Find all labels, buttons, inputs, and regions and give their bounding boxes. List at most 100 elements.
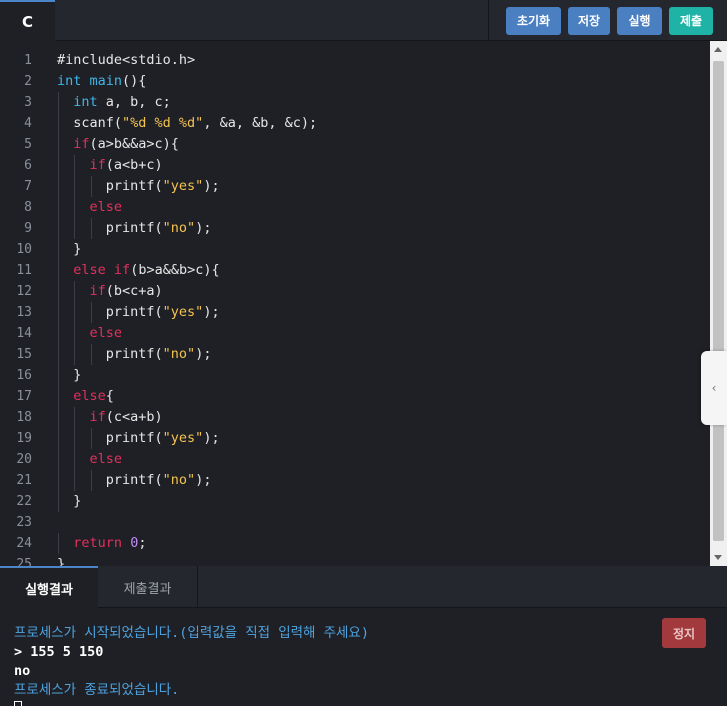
console-line: > 155 5 150 — [14, 644, 104, 660]
code-line[interactable]: printf("no"); — [57, 470, 212, 491]
line-number: 9 — [24, 221, 32, 236]
code-line[interactable]: if(a<b+c) — [57, 155, 163, 176]
line-number: 17 — [16, 389, 32, 404]
code-line[interactable]: printf("yes"); — [57, 176, 220, 197]
code-line[interactable]: if(c<a+b) — [57, 407, 163, 428]
save-button[interactable]: 저장 — [568, 6, 610, 35]
editor-scrollbar[interactable] — [710, 41, 727, 566]
line-number: 18 — [16, 410, 32, 425]
code-line[interactable]: } — [57, 554, 65, 566]
indent-guide — [74, 428, 75, 449]
reset-button[interactable]: 초기화 — [506, 6, 561, 35]
code-line[interactable]: } — [57, 239, 81, 260]
indent-guide — [74, 218, 75, 239]
tab-language[interactable]: C — [0, 0, 55, 41]
line-number: 7 — [24, 179, 32, 194]
code-line[interactable]: printf("no"); — [57, 218, 212, 239]
scroll-down-icon[interactable] — [714, 555, 722, 560]
tab-run-result[interactable]: 실행결과 — [0, 566, 98, 608]
indent-guide — [91, 428, 92, 449]
code-line[interactable]: } — [57, 365, 81, 386]
indent-guide — [58, 176, 59, 197]
line-number: 23 — [16, 515, 32, 530]
top-toolbar: C 초기화 저장 실행 제출 — [0, 0, 727, 41]
indent-guide — [91, 218, 92, 239]
indent-guide — [91, 302, 92, 323]
indent-guide — [74, 323, 75, 344]
indent-guide — [91, 176, 92, 197]
line-number: 6 — [24, 158, 32, 173]
indent-guide — [74, 197, 75, 218]
code-line[interactable]: printf("no"); — [57, 344, 212, 365]
indent-guide — [58, 281, 59, 302]
code-line[interactable]: } — [57, 491, 81, 512]
indent-guide — [74, 470, 75, 491]
indent-guide — [58, 407, 59, 428]
stop-button[interactable]: 정지 — [662, 618, 706, 648]
indent-guide — [91, 470, 92, 491]
console-cursor — [14, 701, 22, 706]
code-line[interactable]: else — [57, 323, 123, 344]
indent-guide — [74, 176, 75, 197]
line-number: 24 — [16, 536, 32, 551]
indent-guide — [58, 491, 59, 512]
indent-guide — [58, 155, 59, 176]
indent-guide — [58, 365, 59, 386]
indent-guide — [58, 92, 59, 113]
code-line[interactable]: else{ — [57, 386, 114, 407]
line-number: 5 — [24, 137, 32, 152]
console-line: 프로세스가 시작되었습니다.(입력값을 직접 입력해 주세요) — [14, 625, 369, 641]
code-line[interactable]: if(b<c+a) — [57, 281, 163, 302]
code-line[interactable]: int main(){ — [57, 71, 146, 92]
line-number: 21 — [16, 473, 32, 488]
line-number: 1 — [24, 53, 32, 68]
indent-guide — [58, 302, 59, 323]
code-line[interactable]: return 0; — [57, 533, 146, 554]
side-panel-toggle[interactable]: ‹ — [701, 351, 727, 425]
indent-guide — [58, 113, 59, 134]
indent-guide — [58, 533, 59, 554]
code-editor[interactable]: 1 2 3 4 5 6 7 8 9 10 11 12 13 14 15 16 17 18 19 20 21 22 23 24 2… — [0, 41, 710, 566]
indent-guide — [58, 323, 59, 344]
indent-guide — [58, 428, 59, 449]
line-number: 3 — [24, 95, 32, 110]
code-line[interactable]: #include<stdio.h> — [57, 50, 195, 71]
indent-guide — [58, 386, 59, 407]
code-line[interactable]: else — [57, 449, 123, 470]
line-number: 10 — [16, 242, 32, 257]
code-line[interactable]: printf("yes"); — [57, 428, 220, 449]
code-line[interactable]: int a, b, c; — [57, 92, 171, 113]
code-line[interactable]: if(a>b&&a>c){ — [57, 134, 179, 155]
line-number: 12 — [16, 284, 32, 299]
indent-guide — [74, 407, 75, 428]
indent-guide — [58, 470, 59, 491]
line-number: 2 — [24, 74, 32, 89]
code-line[interactable]: printf("yes"); — [57, 302, 220, 323]
scrollbar-thumb[interactable] — [713, 61, 724, 541]
line-number: 25 — [16, 557, 32, 566]
console-output[interactable]: 프로세스가 시작되었습니다.(입력값을 직접 입력해 주세요) > 155 5 … — [0, 608, 727, 706]
indent-guide — [58, 239, 59, 260]
run-button[interactable]: 실행 — [617, 6, 662, 35]
indent-guide — [58, 197, 59, 218]
line-number-gutter: 1 2 3 4 5 6 7 8 9 10 11 12 13 14 15 16 17 18 19 20 21 22 23 24 2… — [0, 41, 44, 566]
code-line[interactable]: scanf("%d %d %d", &a, &b, &c); — [57, 113, 317, 134]
line-number: 14 — [16, 326, 32, 341]
submit-button[interactable]: 제출 — [669, 6, 713, 35]
indent-guide — [58, 134, 59, 155]
line-number: 4 — [24, 116, 32, 131]
indent-guide — [91, 344, 92, 365]
code-line[interactable]: else — [57, 197, 123, 218]
scroll-up-icon[interactable] — [714, 47, 722, 52]
indent-guide — [58, 449, 59, 470]
chevron-left-icon: ‹ — [711, 381, 717, 395]
indent-guide — [58, 260, 59, 281]
indent-guide — [74, 344, 75, 365]
indent-guide — [74, 281, 75, 302]
line-number: 15 — [16, 347, 32, 362]
line-number: 13 — [16, 305, 32, 320]
action-button-group: 초기화 저장 실행 제출 — [488, 0, 727, 41]
tab-submit-result[interactable]: 제출결과 — [98, 566, 198, 608]
line-number: 11 — [16, 263, 32, 278]
code-line[interactable]: else if(b>a&&b>c){ — [57, 260, 219, 281]
